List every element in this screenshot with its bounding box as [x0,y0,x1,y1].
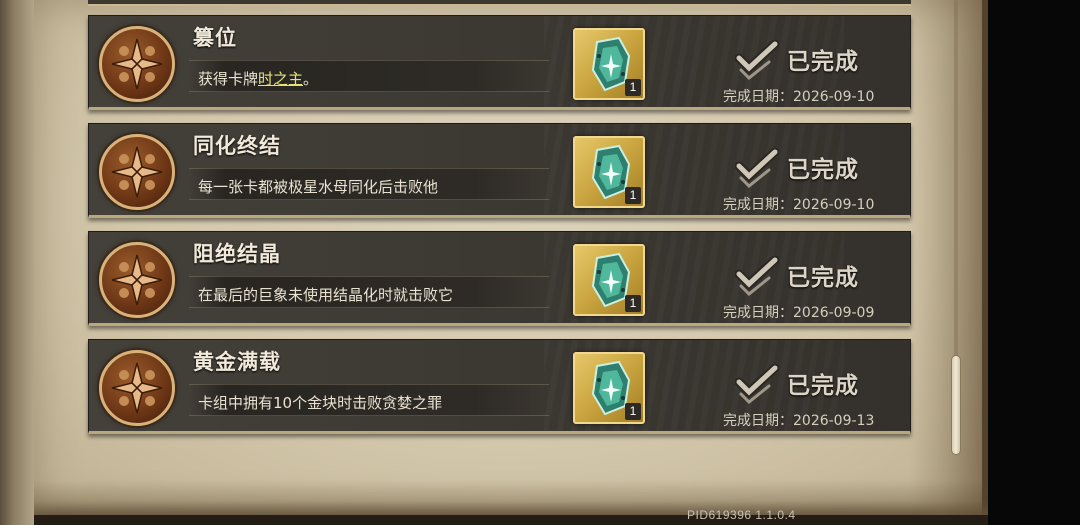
checkmark-icon [735,364,779,404]
reward-slot[interactable]: 1 [573,28,645,100]
reward-count: 1 [625,403,641,420]
compass-medal-icon [99,242,175,318]
reward-slot[interactable]: 1 [573,244,645,316]
completion-date: 完成日期：2026-09-09 [723,305,875,321]
status-label: 已完成 [787,157,859,183]
completion-date: 完成日期：2026-09-13 [723,413,875,429]
achievement-description: 在最后的巨象未使用结晶化时就击败它 [198,286,454,304]
achievement-description: 获得卡牌时之主。 [198,70,319,88]
status-label: 已完成 [787,49,859,75]
checkmark-icon [735,40,779,80]
achievement-card[interactable]: 篡位 获得卡牌时之主。 1 已完成 完成日期：2026-09-10 [88,15,911,110]
reward-count: 1 [625,295,641,312]
left-book-edge [0,0,34,525]
scroll-thumb[interactable] [951,355,961,455]
achievement-title: 篡位 [193,26,237,50]
reward-slot[interactable]: 1 [573,136,645,208]
achievement-card[interactable]: 黄金满载 卡组中拥有10个金块时击败贪婪之罪 1 已完成 完成日期：2026-0… [88,339,911,434]
reward-count: 1 [625,187,641,204]
achievement-description: 每一张卡都被极星水母同化后击败他 [198,178,439,196]
compass-medal-icon [99,134,175,210]
achievement-title: 阻绝结晶 [193,242,281,266]
achievement-card[interactable]: 同化终结 每一张卡都被极星水母同化后击败他 1 已完成 完成日期：2026-09… [88,123,911,218]
status-label: 已完成 [787,373,859,399]
black-side-area [988,0,1080,525]
compass-medal-icon [99,26,175,102]
achievement-description: 卡组中拥有10个金块时击败贪婪之罪 [198,394,443,412]
compass-medal-icon [99,350,175,426]
completion-date: 完成日期：2026-09-10 [723,89,875,105]
card-name-link[interactable]: 时之主 [258,70,303,88]
completion-date: 完成日期：2026-09-10 [723,197,875,213]
page-bottom-edge [34,515,988,525]
previous-card-edge [88,0,911,6]
checkmark-icon [735,148,779,188]
parchment-bottom-shadow [34,480,988,515]
achievement-title: 黄金满载 [193,350,281,374]
achievement-title: 同化终结 [193,134,281,158]
version-label: PID619396 1.1.0.4 [687,508,796,522]
reward-count: 1 [625,79,641,96]
checkmark-icon [735,256,779,296]
reward-slot[interactable]: 1 [573,352,645,424]
scrollbar[interactable] [949,0,963,460]
achievement-card[interactable]: 阻绝结晶 在最后的巨象未使用结晶化时就击败它 1 已完成 完成日期：2026-0… [88,231,911,326]
status-label: 已完成 [787,265,859,291]
